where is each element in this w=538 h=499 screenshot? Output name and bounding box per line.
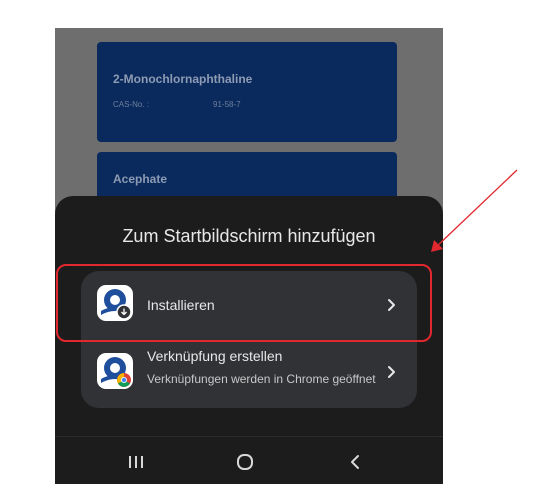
create-shortcut-option[interactable]: Verknüpfung erstellen Verknüpfungen werd…: [81, 337, 417, 408]
chevron-right-icon: [388, 366, 395, 378]
sheet-title: Zum Startbildschirm hinzufügen: [122, 226, 376, 246]
substance-name: 2-Monochlornaphthaline: [113, 72, 253, 86]
recents-icon[interactable]: [125, 453, 147, 471]
annotation-arrow-icon: [431, 169, 518, 252]
system-navbar: [55, 436, 443, 484]
create-shortcut-sublabel: Verknüpfungen werden in Chrome geöffnet: [147, 372, 376, 386]
cas-label: CAS-No. :: [113, 100, 150, 109]
substance-card[interactable]: 2-Monochlornaphthaline CAS-No. : 91-58-7: [97, 42, 397, 142]
cas-number: 91-58-7: [213, 100, 241, 109]
phone-screen: 2-Monochlornaphthaline CAS-No. : 91-58-7…: [55, 28, 443, 484]
back-icon[interactable]: [345, 453, 367, 471]
annotation-highlight: [56, 264, 432, 342]
chrome-icon: [117, 373, 131, 387]
substance-name: Acephate: [113, 172, 168, 186]
create-shortcut-label: Verknüpfung erstellen: [147, 348, 283, 364]
app-icon: [97, 353, 133, 389]
home-icon[interactable]: [234, 453, 256, 471]
